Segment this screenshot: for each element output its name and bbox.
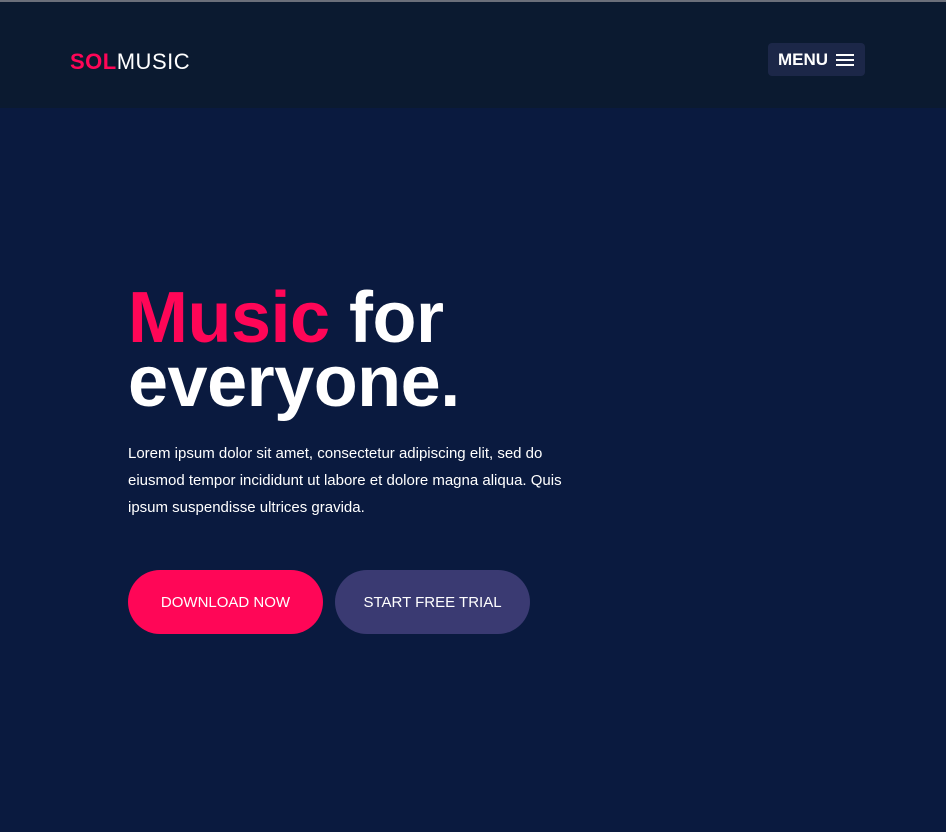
download-now-button[interactable]: DOWNLOAD NOW bbox=[128, 570, 323, 634]
site-header: SOLMUSIC MENU bbox=[0, 2, 946, 108]
hero-title-line2: everyone. bbox=[128, 342, 460, 422]
logo[interactable]: SOLMUSIC bbox=[70, 49, 190, 75]
hamburger-icon bbox=[836, 53, 855, 66]
hero-title: Music for everyone. bbox=[128, 282, 460, 418]
start-free-trial-button[interactable]: START FREE TRIAL bbox=[335, 570, 530, 634]
logo-part-sol: SOL bbox=[70, 49, 117, 74]
menu-label: MENU bbox=[778, 49, 829, 69]
hero-description: Lorem ipsum dolor sit amet, consectetur … bbox=[128, 445, 562, 516]
menu-button[interactable]: MENU bbox=[768, 43, 865, 76]
logo-part-music: MUSIC bbox=[116, 49, 191, 74]
